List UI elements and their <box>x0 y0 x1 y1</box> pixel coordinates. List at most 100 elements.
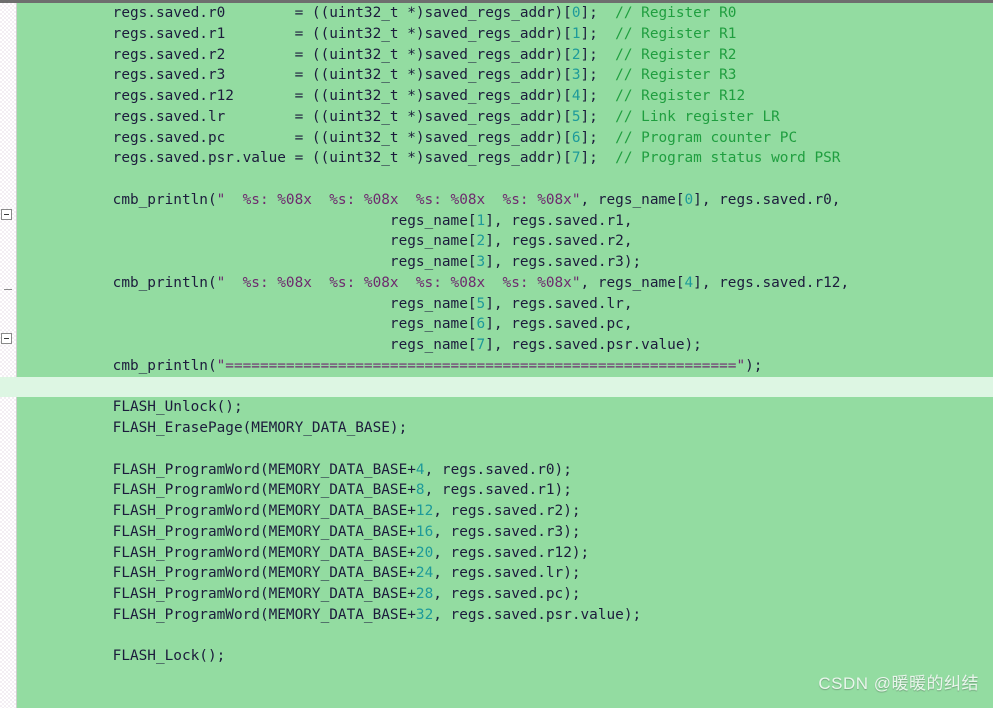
code-token-plain: ]; <box>580 67 616 84</box>
code-token-plain: regs.saved.r2 = ((uint32_t *)saved_regs_… <box>112 46 572 63</box>
code-token-plain: regs.saved.psr.value = ((uint32_t *)save… <box>112 150 572 167</box>
code-line[interactable]: FLASH_ProgramWord(MEMORY_DATA_BASE+32, r… <box>18 605 993 626</box>
code-line[interactable]: regs.saved.lr = ((uint32_t *)saved_regs_… <box>18 107 993 128</box>
code-token-comment: // Register R0 <box>615 5 737 21</box>
code-token-plain: ]; <box>580 129 616 146</box>
fold-marker-collapse-2[interactable] <box>1 333 12 344</box>
code-token-comment: // Link register LR <box>615 108 780 125</box>
code-line[interactable]: FLASH_ProgramWord(MEMORY_DATA_BASE+24, r… <box>18 563 993 584</box>
code-line[interactable]: regs_name[3], regs.saved.r3); <box>18 252 993 273</box>
code-line[interactable]: regs.saved.pc = ((uint32_t *)saved_regs_… <box>18 128 993 149</box>
code-token-plain: FLASH_ProgramWord(MEMORY_DATA_BASE+ <box>112 523 416 540</box>
code-line[interactable]: regs_name[5], regs.saved.lr, <box>18 294 993 315</box>
code-line[interactable]: regs.saved.r2 = ((uint32_t *)saved_regs_… <box>18 45 993 66</box>
code-token-comment: // Register R1 <box>615 25 737 42</box>
code-line[interactable]: cmb_println("===========================… <box>18 356 993 377</box>
code-token-plain: ]; <box>580 88 616 104</box>
code-line[interactable]: regs.saved.psr.value = ((uint32_t *)save… <box>18 148 993 169</box>
code-line[interactable]: FLASH_ProgramWord(MEMORY_DATA_BASE+28, r… <box>18 584 993 605</box>
code-token-string: "=======================================… <box>216 357 746 374</box>
code-token-plain: , regs.saved.psr.value); <box>433 606 642 623</box>
code-line[interactable]: FLASH_Unlock(); <box>18 397 993 418</box>
code-line[interactable]: regs.saved.r0 = ((uint32_t *)saved_regs_… <box>18 3 993 24</box>
code-token-comment: // Register R2 <box>615 46 737 63</box>
code-line[interactable]: regs.saved.r3 = ((uint32_t *)saved_regs_… <box>18 65 993 86</box>
code-token-string: " %s: %08x %s: %08x %s: %08x %s: %08x" <box>216 191 581 208</box>
code-token-plain: regs_name[ <box>389 254 477 270</box>
code-line-current[interactable]: ​ <box>0 376 993 398</box>
code-editor-viewport[interactable]: regs.saved.r0 = ((uint32_t *)saved_regs_… <box>0 0 993 708</box>
code-token-plain: regs.saved.pc = ((uint32_t *)saved_regs_… <box>112 129 572 146</box>
code-token-number: 7 <box>571 150 581 167</box>
code-line[interactable]: regs_name[7], regs.saved.psr.value); <box>18 335 993 356</box>
fold-marker-collapse-1[interactable] <box>1 209 12 220</box>
code-token-plain: ], regs.saved.r12, <box>693 274 850 291</box>
code-line[interactable]: FLASH_ProgramWord(MEMORY_DATA_BASE+8, re… <box>18 480 993 501</box>
code-line[interactable]: FLASH_ProgramWord(MEMORY_DATA_BASE+12, r… <box>18 501 993 522</box>
code-line[interactable]: ​ <box>18 626 993 647</box>
code-token-plain: FLASH_Lock(); <box>112 648 226 665</box>
code-token-plain: ], regs.saved.lr, <box>485 295 633 312</box>
code-token-plain: regs_name[ <box>389 233 477 250</box>
code-token-plain: regs.saved.r12 = ((uint32_t *)saved_regs… <box>112 88 572 104</box>
code-line[interactable]: regs_name[1], regs.saved.r1, <box>18 211 993 232</box>
code-token-number: 5 <box>571 108 581 125</box>
code-line[interactable]: regs.saved.r1 = ((uint32_t *)saved_regs_… <box>18 24 993 45</box>
code-line[interactable]: cmb_println(" %s: %08x %s: %08x %s: %08x… <box>18 273 993 294</box>
code-text-area[interactable]: regs.saved.r0 = ((uint32_t *)saved_regs_… <box>0 3 993 708</box>
code-token-number: 2 <box>476 233 486 250</box>
code-token-plain: FLASH_ProgramWord(MEMORY_DATA_BASE+ <box>112 503 416 519</box>
code-token-plain: ]; <box>580 150 616 167</box>
code-line[interactable]: FLASH_ErasePage(MEMORY_DATA_BASE); <box>18 418 993 439</box>
code-token-number: 6 <box>476 316 486 333</box>
code-line[interactable]: FLASH_ProgramWord(MEMORY_DATA_BASE+20, r… <box>18 543 993 564</box>
code-token-number: 4 <box>415 461 425 478</box>
code-token-plain: FLASH_ErasePage(MEMORY_DATA_BASE); <box>112 420 408 436</box>
code-token-plain: cmb_println( <box>112 357 217 374</box>
code-line[interactable]: FLASH_ProgramWord(MEMORY_DATA_BASE+4, re… <box>18 460 993 481</box>
code-token-number: 20 <box>415 544 434 561</box>
code-token-plain: , regs.saved.r2); <box>433 503 581 519</box>
code-token-plain: , regs.saved.r12); <box>433 544 590 561</box>
code-token-plain: regs.saved.r1 = ((uint32_t *)saved_regs_… <box>112 25 572 42</box>
code-line[interactable]: ​ <box>18 439 993 460</box>
code-line[interactable]: regs_name[6], regs.saved.pc, <box>18 314 993 335</box>
code-line[interactable]: FLASH_ProgramWord(MEMORY_DATA_BASE+16, r… <box>18 522 993 543</box>
code-line[interactable]: ​ <box>18 169 993 190</box>
code-token-number: 32 <box>415 606 434 623</box>
code-token-number: 0 <box>684 191 694 208</box>
code-token-number: 3 <box>476 254 486 270</box>
code-token-plain: FLASH_ProgramWord(MEMORY_DATA_BASE+ <box>112 586 416 602</box>
code-token-plain: ], regs.saved.r0, <box>693 191 841 208</box>
code-line[interactable]: FLASH_Lock(); <box>18 646 993 667</box>
code-line[interactable]: regs.saved.r12 = ((uint32_t *)saved_regs… <box>18 86 993 107</box>
code-line[interactable]: cmb_println(" %s: %08x %s: %08x %s: %08x… <box>18 190 993 211</box>
code-token-plain: cmb_println( <box>112 191 217 208</box>
code-token-number: 1 <box>571 25 581 42</box>
code-token-plain: , regs_name[ <box>580 191 685 208</box>
code-token-number: 28 <box>415 586 434 602</box>
fold-gutter[interactable] <box>0 3 17 708</box>
code-token-number: 4 <box>571 88 581 104</box>
code-token-plain: , regs.saved.r1); <box>424 482 572 499</box>
code-token-number: 2 <box>571 46 581 63</box>
code-line[interactable]: regs_name[2], regs.saved.r2, <box>18 231 993 252</box>
